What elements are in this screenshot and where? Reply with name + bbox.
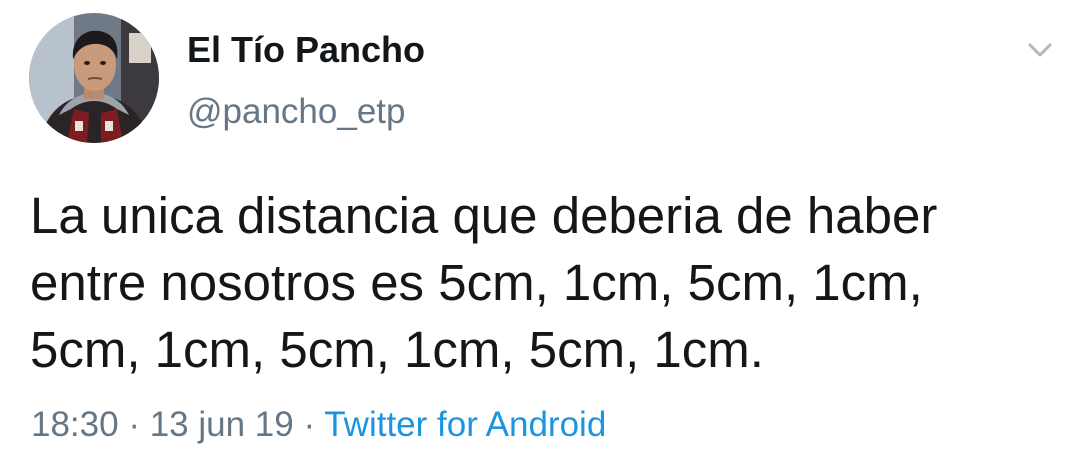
tweet-meta: 18:30 · 13 jun 19 · Twitter for Android	[31, 403, 606, 447]
tweet-text-line: entre nosotros es 5cm, 1cm, 5cm, 1cm,	[30, 254, 923, 311]
meta-separator: ·	[118, 405, 150, 444]
tweet-text-line: 5cm, 1cm, 5cm, 1cm, 5cm, 1cm.	[30, 321, 764, 378]
chevron-down-icon[interactable]	[1022, 32, 1058, 68]
tweet-text-line: La unica distancia que deberia de haber	[30, 187, 938, 244]
tweet-date[interactable]: 13 jun 19	[150, 405, 294, 444]
user-handle[interactable]: @pancho_etp	[187, 92, 405, 132]
tweet-time[interactable]: 18:30	[31, 405, 119, 444]
avatar[interactable]	[29, 13, 159, 143]
meta-separator: ·	[293, 405, 325, 444]
tweet-text: La unica distancia que deberia de haber …	[30, 182, 1060, 383]
display-name[interactable]: El Tío Pancho	[187, 30, 425, 70]
tweet-source-link[interactable]: Twitter for Android	[324, 405, 606, 444]
tweet-card: El Tío Pancho @pancho_etp La unica dista…	[0, 0, 1080, 462]
avatar-image	[29, 13, 159, 143]
